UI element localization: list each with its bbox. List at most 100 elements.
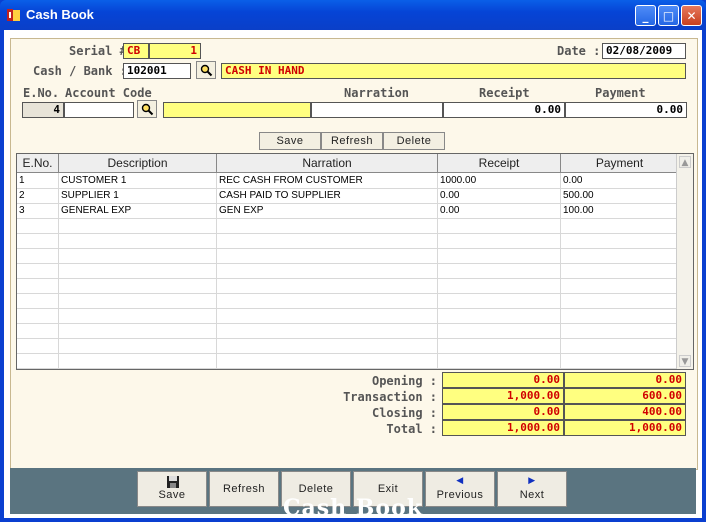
table-row[interactable]: 3 GENERAL EXP GEN EXP 0.00 100.00	[17, 203, 679, 219]
cell-payment	[561, 263, 679, 278]
entries-grid[interactable]: E.No. Description Narration Receipt Paym…	[16, 153, 694, 370]
table-row[interactable]	[17, 233, 679, 249]
cell-receipt	[438, 233, 561, 248]
cell-payment: 0.00	[561, 173, 679, 188]
table-row[interactable]	[17, 278, 679, 294]
cell-eno	[17, 308, 59, 323]
cell-eno	[17, 278, 59, 293]
cell-description	[59, 263, 217, 278]
account-search-button[interactable]	[137, 100, 157, 118]
table-row[interactable]: 2 SUPPLIER 1 CASH PAID TO SUPPLIER 0.00 500.…	[17, 188, 679, 204]
receipt-field[interactable]: 0.00	[443, 102, 565, 118]
cell-payment	[561, 278, 679, 293]
cell-eno: 2	[17, 188, 59, 203]
serial-number-field[interactable]: 1	[149, 43, 201, 59]
cell-narration	[217, 308, 438, 323]
table-row[interactable]	[17, 338, 679, 354]
closing-label: Closing :	[371, 406, 437, 420]
minimize-button[interactable]: _	[635, 5, 656, 26]
table-row[interactable]	[17, 323, 679, 339]
cell-narration	[217, 323, 438, 338]
total-label: Total :	[386, 422, 437, 436]
cell-description	[59, 233, 217, 248]
search-icon	[200, 64, 213, 77]
cell-receipt: 0.00	[438, 203, 561, 218]
entry-save-button[interactable]: Save	[259, 132, 321, 150]
table-row[interactable]	[17, 218, 679, 234]
opening-receipt: 0.00	[442, 372, 564, 388]
title-bar[interactable]: Cash Book _ □ ✕	[0, 0, 706, 30]
table-row[interactable]	[17, 248, 679, 264]
cell-receipt	[438, 308, 561, 323]
col-receipt[interactable]: Receipt	[438, 154, 561, 172]
table-row[interactable]	[17, 308, 679, 324]
bottom-toolbar: Save Refresh Delete Exit ◀ Previous ▶ Ne…	[10, 468, 696, 519]
table-row[interactable]	[17, 263, 679, 279]
client-area: Serial # CB 1 Date : 02/08/2009 Cash / B…	[4, 30, 702, 519]
cell-narration: CASH PAID TO SUPPLIER	[217, 188, 438, 203]
date-label: Date :	[557, 44, 601, 58]
cell-payment	[561, 248, 679, 263]
refresh-button-label: Refresh	[222, 483, 266, 495]
cell-payment	[561, 353, 679, 368]
scroll-down-icon[interactable]: ▼	[679, 355, 691, 367]
account-code-field[interactable]	[64, 102, 134, 118]
transaction-receipt: 1,000.00	[442, 388, 564, 404]
table-row[interactable]: 1 CUSTOMER 1 REC CASH FROM CUSTOMER 1000.00…	[17, 173, 679, 189]
cell-description	[59, 323, 217, 338]
eno-label: E.No.	[23, 86, 60, 100]
payment-label: Payment	[595, 86, 646, 100]
cash-book-window: Cash Book _ □ ✕ Serial # CB 1 Date : 02/…	[0, 0, 706, 522]
grid-scrollbar[interactable]: ▲ ▼	[676, 154, 693, 369]
transaction-payment: 600.00	[564, 388, 686, 404]
cashbank-search-button[interactable]	[196, 61, 216, 79]
payment-field[interactable]: 0.00	[565, 102, 687, 118]
cell-description	[59, 293, 217, 308]
table-row[interactable]	[17, 353, 679, 369]
cashbank-code-field[interactable]: 102001	[123, 63, 191, 79]
cell-narration: REC CASH FROM CUSTOMER	[217, 173, 438, 188]
col-narration[interactable]: Narration	[217, 154, 438, 172]
cell-receipt	[438, 278, 561, 293]
table-row[interactable]	[17, 293, 679, 309]
cell-description: SUPPLIER 1	[59, 188, 217, 203]
cell-receipt	[438, 293, 561, 308]
col-payment[interactable]: Payment	[561, 154, 679, 172]
entry-refresh-button[interactable]: Refresh	[321, 132, 383, 150]
total-payment: 1,000.00	[564, 420, 686, 436]
cell-payment	[561, 338, 679, 353]
cell-description	[59, 218, 217, 233]
cell-receipt	[438, 248, 561, 263]
date-field[interactable]: 02/08/2009	[602, 43, 686, 59]
narration-label: Narration	[344, 86, 410, 100]
cell-narration	[217, 218, 438, 233]
cell-description: CUSTOMER 1	[59, 173, 217, 188]
cell-receipt: 1000.00	[438, 173, 561, 188]
floppy-disk-icon	[167, 476, 179, 488]
cell-description	[59, 353, 217, 368]
eno-field: 4	[22, 102, 64, 118]
opening-payment: 0.00	[564, 372, 686, 388]
window-title: Cash Book	[26, 7, 94, 22]
narration-field[interactable]	[311, 102, 443, 118]
cell-eno	[17, 233, 59, 248]
close-button[interactable]: ✕	[681, 5, 702, 26]
maximize-button[interactable]: □	[658, 5, 679, 26]
cell-payment: 500.00	[561, 188, 679, 203]
arrow-right-icon: ▶	[528, 475, 536, 485]
cell-narration	[217, 248, 438, 263]
cash-book-form: Serial # CB 1 Date : 02/08/2009 Cash / B…	[10, 38, 698, 470]
cashbank-label: Cash / Bank :	[33, 64, 127, 78]
serial-label: Serial #	[69, 44, 127, 58]
col-eno[interactable]: E.No.	[17, 154, 59, 172]
serial-prefix-field[interactable]: CB	[123, 43, 149, 59]
cell-receipt	[438, 338, 561, 353]
cell-description	[59, 308, 217, 323]
brand-title: Cash Book	[283, 495, 423, 521]
closing-receipt: 0.00	[442, 404, 564, 420]
scroll-up-icon[interactable]: ▲	[679, 156, 691, 168]
delete-button-label: Delete	[298, 483, 334, 495]
col-description[interactable]: Description	[59, 154, 217, 172]
entry-delete-button[interactable]: Delete	[383, 132, 445, 150]
cell-eno	[17, 293, 59, 308]
